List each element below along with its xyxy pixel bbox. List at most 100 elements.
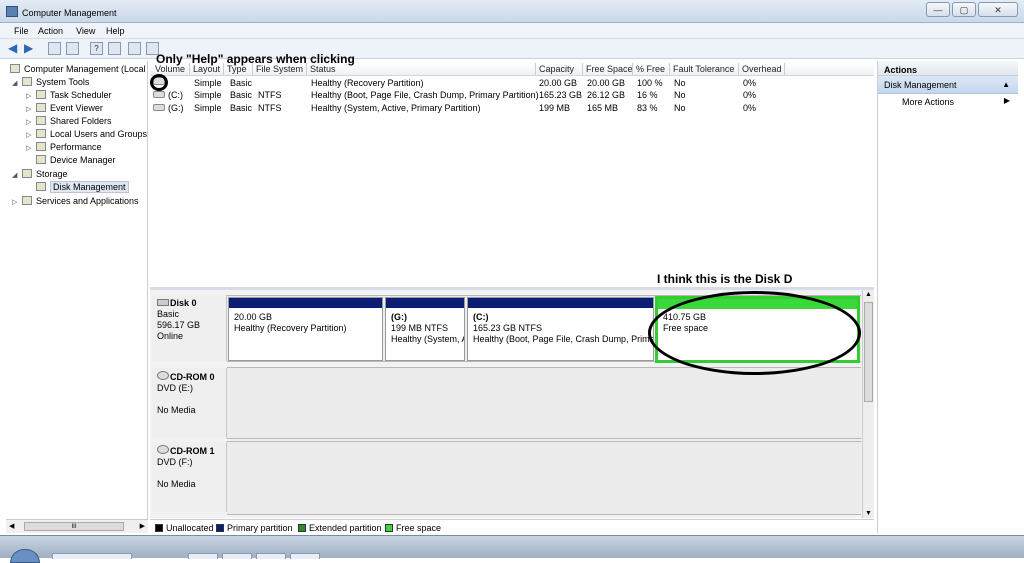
disk0-label[interactable]: Disk 0 Basic 596.17 GB Online — [152, 295, 227, 361]
properties-icon[interactable] — [108, 42, 121, 55]
col-capacity[interactable]: Capacity — [536, 63, 583, 75]
overhead-value: 0% — [743, 90, 757, 100]
window-title: Computer Management — [22, 8, 117, 18]
partition-recovery[interactable]: 20.00 GB Healthy (Recovery Partition) — [228, 297, 383, 361]
tree-item-root[interactable]: Computer Management (Local — [8, 63, 146, 75]
navigation-tree: Computer Management (Local ◢ System Tools… — [6, 61, 148, 519]
taskbar-button[interactable] — [256, 553, 286, 559]
col-free-space[interactable]: Free Space — [583, 63, 633, 75]
partition-title: (G:) — [391, 312, 407, 322]
cdrom0-label[interactable]: CD-ROM 0 DVD (E:) No Media — [152, 368, 227, 438]
tree-horizontal-scrollbar[interactable]: ◀ III ▶ — [6, 519, 148, 533]
title-bar: Computer Management — ▢ ✕ — [0, 0, 1024, 23]
col-percent-free[interactable]: % Free — [633, 63, 670, 75]
users-icon — [36, 129, 46, 138]
taskbar-button[interactable] — [52, 553, 132, 559]
close-button[interactable]: ✕ — [978, 2, 1018, 17]
legend-item: Free space — [385, 523, 441, 533]
fault-value: No — [674, 90, 686, 100]
folder-icon — [36, 116, 46, 125]
scroll-right-icon[interactable]: ▶ — [140, 522, 145, 530]
status-value: Healthy (Recovery Partition) — [311, 78, 424, 88]
col-overhead[interactable]: Overhead — [739, 63, 785, 75]
tree-item-device-manager[interactable]: Device Manager — [26, 154, 116, 166]
percent-value: 83 % — [637, 103, 658, 113]
legend-swatch — [385, 524, 393, 532]
fault-value: No — [674, 78, 686, 88]
partition-bar — [386, 298, 464, 308]
up-folder-icon[interactable] — [48, 42, 61, 55]
scroll-left-icon[interactable]: ◀ — [9, 522, 14, 530]
annotation-help-note: Only "Help" appears when clicking — [156, 52, 355, 66]
start-orb-icon[interactable] — [10, 549, 40, 563]
collapse-icon[interactable]: ◢ — [12, 170, 20, 182]
tree-item-shared-folders[interactable]: ▷ Shared Folders — [26, 115, 112, 127]
partition-status: Healthy (System, A — [391, 334, 465, 344]
cdrom1-area[interactable] — [227, 441, 861, 515]
taskbar-button[interactable] — [188, 553, 218, 559]
percent-value: 100 % — [637, 78, 663, 88]
partition-g[interactable]: (G:) 199 MB NTFS Healthy (System, A — [385, 297, 465, 361]
layout-value: Simple — [194, 78, 222, 88]
legend-item: Extended partition — [298, 523, 382, 533]
actions-section-disk-management[interactable]: Disk Management ▲ — [878, 76, 1018, 94]
legend-swatch — [298, 524, 306, 532]
tree-item-performance[interactable]: ▷ Performance — [26, 141, 102, 153]
disk-map-vertical-scrollbar[interactable]: ▲ ▼ — [862, 290, 874, 518]
drive-letter: DVD (E:) — [157, 383, 193, 393]
drive-icon — [153, 104, 165, 111]
hard-disk-icon — [157, 299, 169, 306]
legend: Unallocated Primary partition Extended p… — [150, 519, 874, 533]
maximize-button[interactable]: ▢ — [952, 2, 976, 17]
cdrom1-label[interactable]: CD-ROM 1 DVD (F:) No Media — [152, 442, 227, 512]
tree-item-local-users[interactable]: ▷ Local Users and Groups — [26, 128, 147, 140]
taskbar-button[interactable] — [290, 553, 320, 559]
show-tree-icon[interactable] — [66, 42, 79, 55]
tree-item-system-tools[interactable]: ◢ System Tools — [12, 76, 89, 88]
tree-item-storage[interactable]: ◢ Storage — [12, 168, 68, 180]
scroll-down-icon[interactable]: ▼ — [865, 510, 872, 517]
tree-item-services[interactable]: ▷ Services and Applications — [12, 195, 139, 207]
tree-item-event-viewer[interactable]: ▷ Event Viewer — [26, 102, 103, 114]
annotation-circle-small — [150, 74, 168, 91]
annotation-circle-big — [648, 291, 861, 375]
col-fault-tolerance[interactable]: Fault Tolerance — [670, 63, 739, 75]
more-actions-item[interactable]: More Actions ▶ — [878, 94, 1018, 110]
disk-name: CD-ROM 0 — [170, 372, 215, 382]
collapse-up-icon[interactable]: ▲ — [1002, 80, 1010, 89]
back-arrow-icon[interactable]: ◀ — [8, 42, 17, 54]
menu-view[interactable]: View — [76, 26, 95, 36]
legend-swatch — [216, 524, 224, 532]
media-status: No Media — [157, 479, 196, 489]
tree-item-disk-management[interactable]: Disk Management — [26, 181, 129, 193]
volume-name: (C:) — [168, 90, 183, 100]
scroll-thumb[interactable] — [864, 302, 873, 402]
cdrom-icon — [157, 445, 169, 454]
expand-icon[interactable]: ▷ — [12, 197, 20, 209]
scroll-up-icon[interactable]: ▲ — [865, 291, 872, 298]
overhead-value: 0% — [743, 78, 757, 88]
forward-arrow-icon[interactable]: ▶ — [24, 42, 33, 54]
tree-item-task-scheduler[interactable]: ▷ Task Scheduler — [26, 89, 112, 101]
export-icon[interactable] — [128, 42, 141, 55]
partition-status: Healthy (Boot, Page File, Crash Dump, Pr… — [473, 334, 654, 344]
toolbar: ◀ ▶ ? — [0, 39, 1024, 59]
scroll-thumb[interactable]: III — [24, 522, 124, 531]
menu-file[interactable]: File — [14, 26, 29, 36]
legend-label: Unallocated — [166, 523, 214, 533]
taskbar — [0, 535, 1024, 563]
collapse-icon[interactable]: ◢ — [12, 78, 20, 90]
taskbar-button[interactable] — [222, 553, 252, 559]
submenu-arrow-icon: ▶ — [1003, 96, 1010, 105]
services-icon — [22, 196, 32, 205]
minimize-button[interactable]: — — [926, 2, 950, 17]
actions-pane: Actions Disk Management ▲ More Actions ▶ — [877, 61, 1018, 533]
section-label: Disk Management — [884, 80, 957, 90]
status-value: Healthy (Boot, Page File, Crash Dump, Pr… — [311, 90, 539, 100]
help-icon[interactable]: ? — [90, 42, 103, 55]
menu-help[interactable]: Help — [106, 26, 125, 36]
status-value: Healthy (System, Active, Primary Partiti… — [311, 103, 481, 113]
cdrom0-area[interactable] — [227, 367, 861, 439]
partition-c[interactable]: (C:) 165.23 GB NTFS Healthy (Boot, Page … — [467, 297, 654, 361]
menu-action[interactable]: Action — [38, 26, 63, 36]
